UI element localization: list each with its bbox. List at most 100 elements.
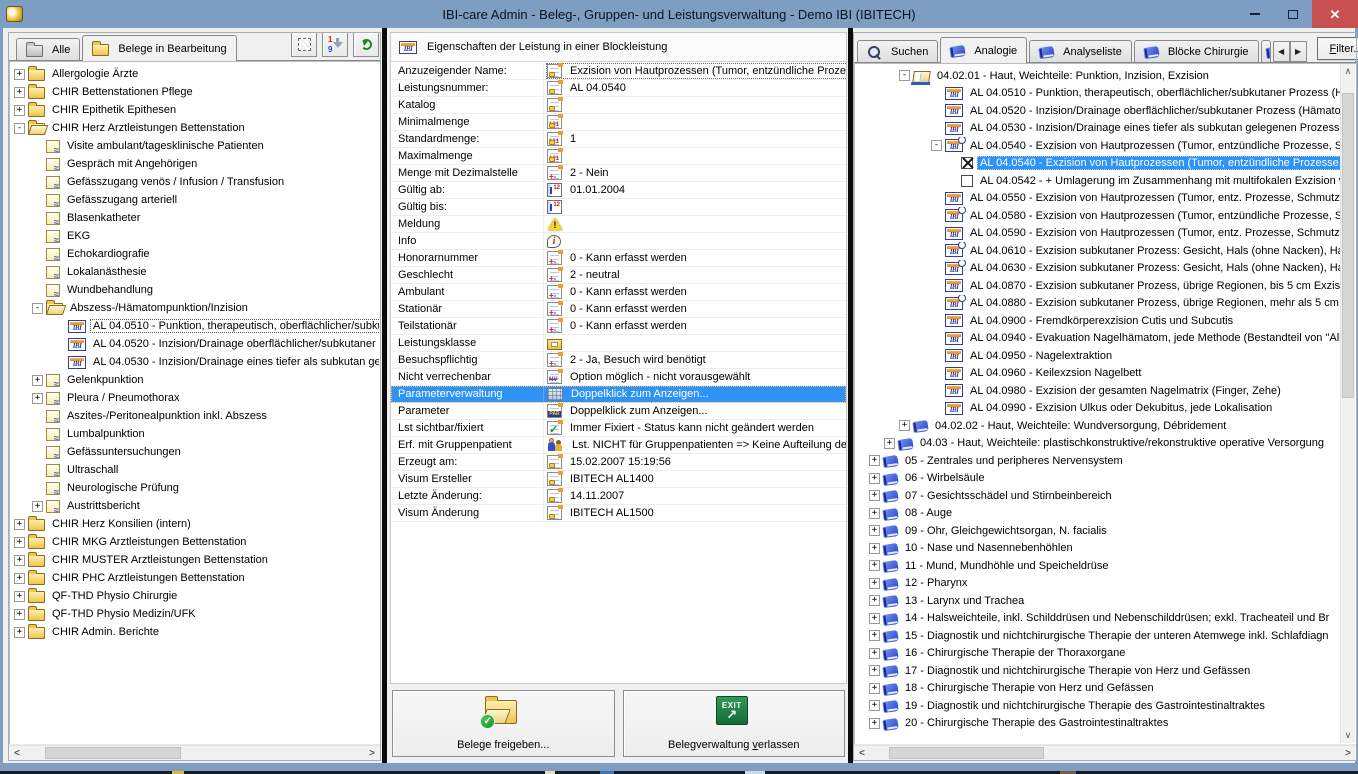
expand-icon[interactable]: + (14, 555, 25, 566)
expand-icon[interactable]: + (869, 525, 880, 536)
tree-item[interactable]: IBIAL 04.0590 - Exzision von Hautprozess… (855, 225, 1340, 243)
tree-item[interactable]: IBIAL 04.0610 - Exzision subkutaner Proz… (855, 242, 1340, 260)
property-row[interactable]: Katalog (391, 97, 846, 114)
tree-item[interactable]: Gefässzugang venös / Infusion / Transfus… (10, 173, 379, 191)
property-value[interactable]: PARDoppelklick zum Anzeigen... (544, 403, 846, 419)
property-row[interactable]: Leistungsklasse (391, 335, 846, 352)
tree-item[interactable]: +Allergologie Ärzte (10, 65, 379, 83)
property-value[interactable]: +-0 - Kann erfasst werden (544, 318, 846, 334)
expand-icon[interactable]: + (14, 627, 25, 638)
tab-belege-in-bearbeitung[interactable]: Belege in Bearbeitung (82, 35, 236, 61)
tree-item[interactable]: +09 - Ohr, Gleichgewichtsorgan, N. facia… (855, 522, 1340, 540)
expand-icon[interactable]: + (869, 613, 880, 624)
scroll-right-icon[interactable]: > (1340, 746, 1356, 760)
property-row[interactable]: Lst sichtbar/fixiert✓Immer Fixiert - Sta… (391, 420, 846, 437)
tab-suchen[interactable]: Suchen (857, 40, 938, 62)
tree-item[interactable]: Gefässuntersuchungen (10, 443, 379, 461)
scroll-right-icon[interactable]: > (364, 746, 380, 760)
tree-item[interactable]: IBIAL 04.0510 - Punktion, therapeutisch,… (855, 85, 1340, 103)
expand-icon[interactable]: + (14, 537, 25, 548)
tree-item[interactable]: IBIAL 04.0510 - Punktion, therapeutisch,… (10, 317, 379, 335)
tree-item[interactable]: AL 04.0540 - Exzision von Hautprozessen … (855, 155, 1340, 173)
tree-item[interactable]: IBIAL 04.0880 - Exzision subkutaner Proz… (855, 295, 1340, 313)
scroll-left-icon[interactable]: < (854, 746, 870, 760)
property-value[interactable]: Exzision von Hautprozessen (Tumor, entzü… (544, 63, 846, 79)
collapse-icon[interactable]: - (32, 303, 43, 314)
expand-icon[interactable]: + (869, 683, 880, 694)
property-row[interactable]: Meldung! (391, 216, 846, 233)
property-value[interactable] (544, 335, 846, 351)
expand-icon[interactable]: + (32, 375, 43, 386)
maximize-button[interactable] (1274, 0, 1312, 28)
tree-item[interactable]: +13 - Larynx und Trachea (855, 592, 1340, 610)
collapse-icon[interactable]: - (899, 70, 910, 81)
tree-item[interactable]: -CHIR Herz Arztleistungen Bettenstation (10, 119, 379, 137)
property-value[interactable]: IBITECH AL1400 (544, 471, 846, 487)
property-value[interactable]: +-0 - Kann erfasst werden (544, 301, 846, 317)
tree-item[interactable]: Gefässzugang arteriell (10, 191, 379, 209)
property-row[interactable]: Standardmenge:1211 (391, 131, 846, 148)
property-value[interactable]: IBITECH AL1500 (544, 505, 846, 521)
property-row[interactable]: Gültig bis:12 (391, 199, 846, 216)
property-value[interactable]: Doppelklick zum Anzeigen... (544, 386, 846, 402)
release-documents-button[interactable]: ✓Belege freigeben... (392, 690, 615, 757)
filter-button[interactable]: Filter... (1317, 37, 1358, 60)
expand-icon[interactable]: + (32, 393, 43, 404)
tree-item[interactable]: +05 - Zentrales und peripheres Nervensys… (855, 452, 1340, 470)
expand-icon[interactable]: + (869, 648, 880, 659)
property-row[interactable]: Menge mit Dezimalstelle+-2 - Nein (391, 165, 846, 182)
tree-item[interactable]: Ultraschall (10, 461, 379, 479)
close-button[interactable]: ✕ (1312, 0, 1358, 28)
property-value[interactable]: i (544, 233, 846, 249)
property-row[interactable]: Nicht verrechenbarNVOption möglich - nic… (391, 369, 846, 386)
expand-icon[interactable]: + (869, 508, 880, 519)
tree-item[interactable]: +Austrittsbericht (10, 497, 379, 515)
tree-item[interactable]: EKG (10, 227, 379, 245)
tree-item[interactable]: +14 - Halsweichteile, inkl. Schilddrüsen… (855, 610, 1340, 628)
tree-item[interactable]: IBIAL 04.0530 - Inzision/Drainage eines … (855, 120, 1340, 138)
tree-item[interactable]: -IBIAL 04.0540 - Exzision von Hautprozes… (855, 137, 1340, 155)
left-horizontal-scrollbar[interactable]: < > (9, 745, 380, 760)
property-value[interactable]: 1201.01.2004 (544, 182, 846, 198)
catalog-vscroll-thumb[interactable] (1342, 93, 1354, 399)
collapse-icon[interactable]: - (14, 123, 25, 134)
selection-mode-button[interactable] (291, 32, 317, 57)
refresh-button[interactable] (353, 32, 379, 57)
property-row[interactable]: Maximalmenge121 (391, 148, 846, 165)
left-splitter[interactable] (382, 28, 387, 763)
property-row[interactable]: Besuchspflichtig+-2 - Ja, Besuch wird be… (391, 352, 846, 369)
expand-icon[interactable]: + (869, 455, 880, 466)
tree-item[interactable]: IBIAL 04.0980 - Exzision der gesamten Na… (855, 382, 1340, 400)
tree-item[interactable]: +CHIR MUSTER Arztleistungen Bettenstatio… (10, 551, 379, 569)
tree-item[interactable]: IBIAL 04.0520 - Inzision/Drainage oberfl… (10, 335, 379, 353)
tree-item[interactable]: -04.02.01 - Haut, Weichteile: Punktion, … (855, 67, 1340, 85)
property-value[interactable]: +-2 - Nein (544, 165, 846, 181)
property-row[interactable]: Stationär+-0 - Kann erfasst werden (391, 301, 846, 318)
property-value[interactable]: 121 (544, 148, 846, 164)
tree-item[interactable]: +06 - Wirbelsäule (855, 470, 1340, 488)
property-value[interactable]: ! (544, 216, 846, 232)
property-row[interactable]: Leistungsnummer:AL 04.0540 (391, 80, 846, 97)
catalog-hscroll-thumb[interactable] (889, 747, 1044, 759)
scroll-up-icon[interactable]: ∧ (1341, 64, 1355, 79)
property-row[interactable]: ParameterPARDoppelklick zum Anzeigen... (391, 403, 846, 420)
tree-item[interactable]: +CHIR Herz Konsilien (intern) (10, 515, 379, 533)
property-row[interactable]: Visum ÄnderungIBITECH AL1500 (391, 505, 846, 522)
property-value[interactable]: Lst. NICHT für Gruppenpatienten => Keine… (544, 437, 846, 453)
tree-item[interactable]: IBIAL 04.0960 - Keilexzsion Nagelbett (855, 365, 1340, 383)
expand-icon[interactable]: + (14, 519, 25, 530)
property-row[interactable]: Geschlecht+-2 - neutral (391, 267, 846, 284)
expand-icon[interactable]: + (899, 420, 910, 431)
property-value[interactable]: 1211 (544, 131, 846, 147)
tree-item[interactable]: +CHIR Epithetik Epithesen (10, 101, 379, 119)
tree-item[interactable]: +QF-THD Physio Medizin/UFK (10, 605, 379, 623)
tree-item[interactable]: IBIAL 04.0580 - Exzision von Hautprozess… (855, 207, 1340, 225)
titlebar[interactable]: IBI-care Admin - Beleg-, Gruppen- und Le… (0, 0, 1358, 28)
tree-item[interactable]: AL 04.0542 - + Umlagerung im Zusammenhan… (855, 172, 1340, 190)
tree-item[interactable]: Echokardiografie (10, 245, 379, 263)
expand-icon[interactable]: + (14, 69, 25, 80)
property-row[interactable]: ParameterverwaltungDoppelklick zum Anzei… (391, 386, 846, 403)
tree-item[interactable]: +18 - Chirurgische Therapie von Herz und… (855, 680, 1340, 698)
expand-icon[interactable]: + (14, 609, 25, 620)
tree-item[interactable]: IBIAL 04.0630 - Exzision subkutaner Proz… (855, 260, 1340, 278)
